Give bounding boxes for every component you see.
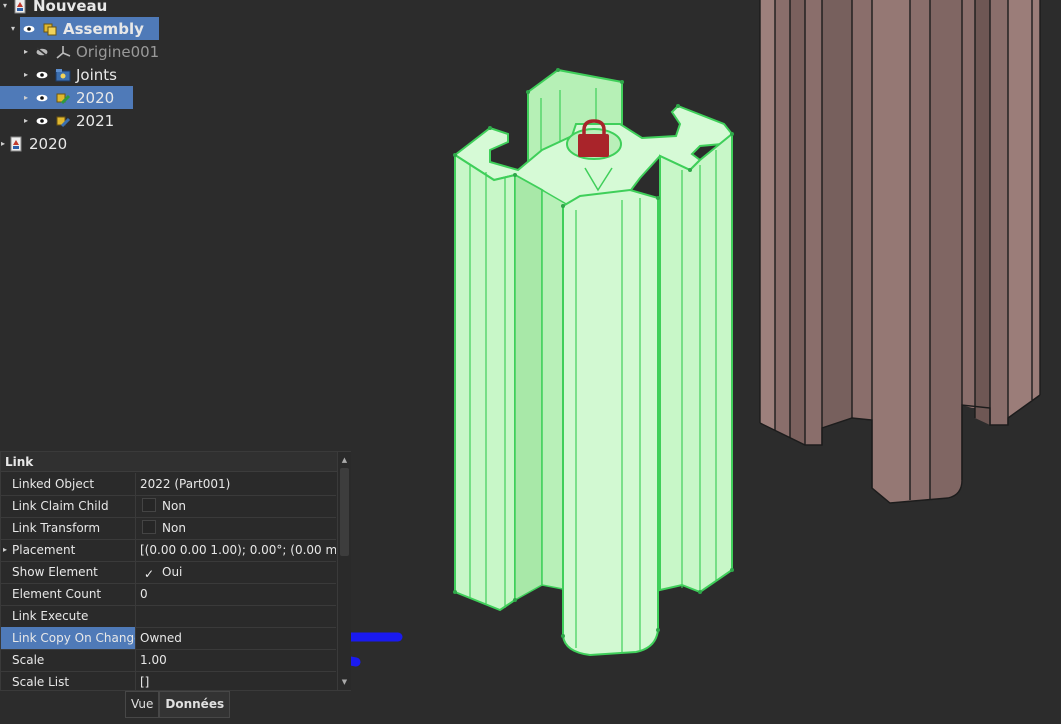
- property-editor: Link Linked Object 2022 (Part001) Link C…: [0, 451, 351, 693]
- joints-folder-icon: [55, 67, 71, 83]
- link-part-icon: [55, 90, 71, 106]
- expand-arrow-icon[interactable]: ▸: [21, 70, 31, 80]
- origin-axis-icon: [55, 44, 71, 60]
- property-value: Oui: [162, 565, 183, 579]
- tree-item-origine001[interactable]: ▸ Origine001: [21, 40, 159, 63]
- vertical-scrollbar[interactable]: ▲ ▼: [337, 452, 351, 690]
- collapse-arrow-icon[interactable]: ▾: [8, 24, 18, 34]
- property-name: Linked Object: [1, 473, 136, 495]
- tree-item-label: Joints: [76, 65, 117, 84]
- property-row-scale-list[interactable]: Scale List []: [1, 671, 336, 693]
- property-value-cell[interactable]: Non: [136, 517, 336, 539]
- property-name: Show Element: [1, 561, 136, 583]
- property-row-link-claim-child[interactable]: Link Claim Child Non: [1, 495, 336, 518]
- property-value-cell[interactable]: Non: [136, 495, 336, 517]
- property-value[interactable]: []: [136, 671, 336, 693]
- property-value[interactable]: 2022 (Part001): [136, 473, 336, 495]
- property-row-linked-object[interactable]: Linked Object 2022 (Part001): [1, 473, 336, 496]
- tree-item-label: Nouveau: [33, 0, 108, 15]
- hidden-eye-icon[interactable]: [35, 46, 49, 58]
- tree-item-2020-link[interactable]: ▸ 2020: [0, 86, 134, 109]
- expand-arrow-icon[interactable]: ▸: [21, 93, 31, 103]
- collapse-arrow-icon[interactable]: ▾: [0, 1, 10, 11]
- visibility-eye-icon[interactable]: [35, 115, 49, 127]
- visibility-eye-icon[interactable]: [22, 23, 36, 35]
- tree-item-label: 2020: [76, 88, 115, 107]
- assembly-icon: [42, 21, 58, 37]
- tree-item-label: 2020: [29, 134, 68, 153]
- document-icon: [12, 0, 28, 14]
- tree-item-nouveau[interactable]: ▾ Nouveau: [0, 0, 107, 17]
- tab-donnees[interactable]: Données: [159, 691, 231, 718]
- property-row-element-count[interactable]: Element Count 0: [1, 583, 336, 606]
- visibility-eye-icon[interactable]: [35, 69, 49, 81]
- scrollbar-thumb[interactable]: [340, 468, 349, 556]
- property-value[interactable]: Owned: [136, 627, 336, 649]
- tree-item-label: 2021: [76, 111, 115, 130]
- property-value[interactable]: [136, 605, 336, 627]
- expand-arrow-icon[interactable]: ▸: [0, 139, 6, 149]
- tab-vue[interactable]: Vue: [125, 691, 160, 718]
- unchecked-checkbox[interactable]: [142, 520, 156, 534]
- property-row-scale[interactable]: Scale 1.00: [1, 649, 336, 672]
- property-name: Scale: [1, 649, 136, 671]
- tree-item-joints[interactable]: ▸ Joints: [21, 63, 117, 86]
- property-row-show-element[interactable]: Show Element ✓ Oui: [1, 561, 336, 584]
- property-value: Non: [162, 499, 186, 513]
- tree-item-assembly[interactable]: ▾ Assembly: [8, 17, 160, 40]
- visibility-eye-icon[interactable]: [35, 92, 49, 104]
- property-group-header[interactable]: Link: [1, 452, 337, 472]
- property-name: Element Count: [1, 583, 136, 605]
- checkmark-icon[interactable]: ✓: [142, 567, 156, 581]
- property-name: Scale List: [1, 671, 136, 693]
- property-name: Placement: [1, 539, 136, 561]
- tree-item-2021-link[interactable]: ▸ 2021: [21, 109, 114, 132]
- expand-arrow-icon[interactable]: ▸: [21, 47, 31, 57]
- document-icon: [8, 136, 24, 152]
- link-part-icon: [55, 113, 71, 129]
- property-name: Link Transform: [1, 517, 136, 539]
- tree-item-label: Assembly: [63, 19, 144, 38]
- property-name: Link Claim Child: [1, 495, 136, 517]
- property-row-placement[interactable]: ▸ Placement [(0.00 0.00 1.00); 0.00°; (0…: [1, 539, 336, 562]
- unchecked-checkbox[interactable]: [142, 498, 156, 512]
- property-row-link-copy-on-change[interactable]: Link Copy On Change Owned: [1, 627, 336, 650]
- property-tabs: Vue Données: [125, 691, 231, 718]
- property-value[interactable]: 1.00: [136, 649, 336, 671]
- expand-arrow-icon[interactable]: ▸: [21, 116, 31, 126]
- property-name: Link Execute: [1, 605, 136, 627]
- property-value[interactable]: 0: [136, 583, 336, 605]
- property-row-link-execute[interactable]: Link Execute: [1, 605, 336, 628]
- property-value: Non: [162, 521, 186, 535]
- model-tree: ▾ Nouveau ▾ Assembly ▸ Origine001 ▸ Join…: [0, 0, 360, 160]
- property-value[interactable]: [(0.00 0.00 1.00); 0.00°; (0.00 m...: [136, 539, 336, 561]
- property-name: Link Copy On Change: [1, 627, 136, 649]
- tree-item-label: Origine001: [76, 42, 160, 61]
- scroll-up-arrow-icon[interactable]: ▲: [338, 454, 351, 466]
- property-row-link-transform[interactable]: Link Transform Non: [1, 517, 336, 540]
- scroll-down-arrow-icon[interactable]: ▼: [338, 676, 351, 688]
- tree-item-2020-document[interactable]: ▸ 2020: [0, 132, 67, 155]
- property-value-cell[interactable]: ✓ Oui: [136, 561, 336, 583]
